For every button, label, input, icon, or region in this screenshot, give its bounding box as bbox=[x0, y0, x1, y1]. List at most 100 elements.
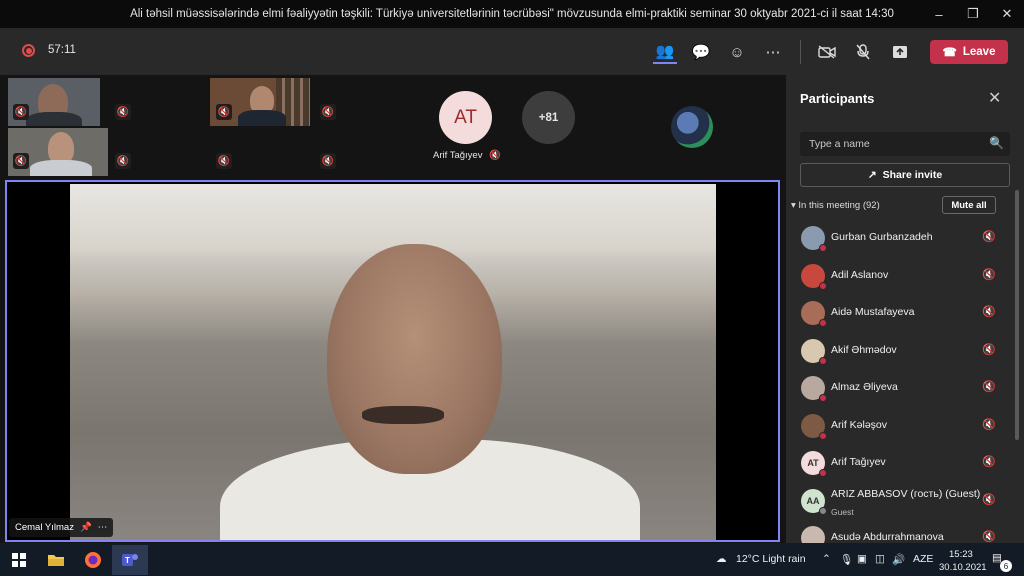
presence-badge bbox=[819, 356, 827, 365]
muted-mic-icon[interactable]: 🔇 bbox=[982, 230, 996, 243]
participant-avatar bbox=[801, 376, 827, 402]
muted-mic-icon: 🔇 bbox=[216, 104, 232, 120]
muted-mic-icon[interactable]: 🔇 bbox=[982, 380, 996, 393]
teams-icon[interactable]: T bbox=[112, 545, 148, 575]
chevron-down-icon: ▾ bbox=[791, 200, 796, 211]
chat-icon[interactable]: 💬 bbox=[689, 40, 713, 64]
avatar-initials: AT bbox=[807, 458, 819, 468]
search-icon: 🔍 bbox=[989, 136, 1004, 150]
minimize-icon[interactable]: – bbox=[922, 0, 956, 28]
participant-avatar bbox=[801, 338, 827, 365]
muted-mic-icon: 🔇 bbox=[13, 104, 29, 120]
participant-row[interactable]: Almaz Əliyeva 🔇 bbox=[796, 372, 1010, 404]
close-window-icon[interactable]: ✕ bbox=[990, 0, 1024, 28]
speaker-name: Cemal Yılmaz bbox=[15, 522, 74, 533]
more-options-icon[interactable]: ⋯ bbox=[98, 522, 108, 533]
presence-badge bbox=[819, 394, 827, 402]
participant-row[interactable]: Gurban Gurbanzadeh 🔇 bbox=[796, 222, 1010, 254]
presence-badge bbox=[819, 469, 827, 477]
search-participants-input[interactable] bbox=[800, 132, 1010, 156]
muted-mic-icon[interactable]: 🔇 bbox=[982, 268, 996, 281]
muted-mic-icon[interactable]: 🔇 bbox=[982, 455, 996, 468]
participant-name: Asudə Abdurrahmanova bbox=[831, 531, 944, 543]
participant-name: Arif Kələşov bbox=[831, 418, 888, 431]
speaker-name-tag: Cemal Yılmaz 📌 ⋯ bbox=[9, 518, 114, 537]
participant-avatar bbox=[801, 301, 827, 327]
window-title: Ali təhsil müəssisələrində elmi fəaliyyə… bbox=[130, 8, 894, 20]
muted-mic-icon[interactable]: 🔇 bbox=[982, 530, 996, 543]
clock-time[interactable]: 15:23 bbox=[949, 549, 973, 560]
participant-name: ARIZ ABBASOV (гость) (Guest) bbox=[831, 487, 981, 500]
leave-label: Leave bbox=[962, 46, 996, 58]
participant-row[interactable]: Aidə Mustafayeva 🔇 bbox=[796, 297, 1010, 329]
share-icon: ↗ bbox=[867, 169, 877, 181]
file-explorer-icon[interactable] bbox=[44, 548, 68, 572]
weather-icon[interactable]: ☁ bbox=[716, 553, 727, 565]
clock-date[interactable]: 30.10.2021 bbox=[939, 562, 987, 573]
presence-badge bbox=[819, 431, 827, 440]
recording-indicator-icon bbox=[22, 44, 35, 57]
participant-avatar: AT bbox=[801, 451, 827, 477]
pin-icon[interactable]: 📌 bbox=[80, 522, 92, 533]
tray-chevron-up-icon[interactable]: ⌃ bbox=[822, 553, 831, 565]
svg-text:T: T bbox=[125, 556, 130, 565]
presence-badge bbox=[819, 319, 827, 327]
window-titlebar: Ali təhsil müəssisələrində elmi fəaliyyə… bbox=[0, 0, 1024, 28]
participant-avatar: AA bbox=[801, 488, 827, 515]
participant-name: Adil Aslanov bbox=[831, 268, 889, 281]
overflow-participants-button[interactable]: +81 bbox=[522, 91, 575, 144]
muted-mic-icon[interactable]: 🔇 bbox=[982, 305, 996, 318]
volume-icon[interactable]: 🔊 bbox=[892, 553, 905, 566]
network-icon[interactable]: ◫ bbox=[875, 553, 885, 565]
participant-row[interactable]: Akif Əhmədov 🔇 bbox=[796, 335, 1010, 367]
panel-scrollbar[interactable] bbox=[1015, 190, 1019, 440]
participants-toolbar-icon[interactable]: 👥 bbox=[653, 40, 677, 64]
microphone-tray-icon[interactable]: 🎙 bbox=[840, 553, 853, 566]
speaker-mustache bbox=[362, 406, 444, 424]
participant-name: Aidə Mustafayeva bbox=[831, 306, 915, 318]
camera-off-icon[interactable] bbox=[815, 40, 839, 64]
participant-avatar[interactable]: AT bbox=[439, 91, 492, 144]
more-actions-icon[interactable]: ⋯ bbox=[761, 40, 785, 64]
participant-video-avatar[interactable] bbox=[671, 106, 713, 148]
share-invite-label: Share invite bbox=[882, 169, 943, 181]
participant-row[interactable]: AT Arif Tağıyev 🔇 bbox=[796, 447, 1010, 479]
leave-button[interactable]: ☎ Leave bbox=[930, 40, 1008, 64]
maximize-icon[interactable]: ❐ bbox=[956, 0, 990, 28]
participant-row[interactable]: Adil Aslanov 🔇 bbox=[796, 260, 1010, 292]
participant-row[interactable]: AA ARIZ ABBASOV (гость) (Guest) Guest 🔇 bbox=[796, 485, 1010, 517]
share-invite-button[interactable]: ↗ Share invite bbox=[800, 163, 1010, 187]
in-meeting-header[interactable]: ▾ In this meeting (92) bbox=[791, 200, 880, 211]
main-speaker-video[interactable] bbox=[5, 180, 780, 542]
muted-mic-icon[interactable]: 🔇 bbox=[982, 418, 996, 431]
presence-badge bbox=[819, 506, 827, 515]
muted-mic-icon: 🔇 bbox=[115, 104, 131, 120]
in-meeting-label: In this meeting (92) bbox=[798, 200, 880, 211]
presence-badge bbox=[819, 281, 827, 290]
weather-text[interactable]: 12°C Light rain bbox=[736, 553, 806, 565]
window-controls: – ❐ ✕ bbox=[922, 0, 1024, 28]
avatar-name-text: Arif Tağıyev bbox=[433, 150, 483, 161]
mute-all-button[interactable]: Mute all bbox=[942, 196, 996, 214]
muted-mic-icon: 🔇 bbox=[320, 104, 336, 120]
participant-row[interactable]: Arif Kələşov 🔇 bbox=[796, 410, 1010, 442]
share-screen-icon[interactable] bbox=[888, 40, 912, 64]
camera-tray-icon[interactable]: ▣ bbox=[857, 553, 867, 565]
muted-mic-icon: 🔇 bbox=[13, 153, 29, 169]
participant-name: Gurban Gurbanzadeh bbox=[831, 231, 933, 243]
windows-start-icon[interactable] bbox=[7, 548, 31, 572]
meeting-timer: 57:11 bbox=[48, 44, 76, 56]
reactions-icon[interactable]: ☺ bbox=[725, 40, 749, 64]
language-indicator[interactable]: AZE bbox=[913, 553, 933, 565]
participant-avatar bbox=[801, 263, 827, 290]
muted-mic-icon[interactable]: 🔇 bbox=[982, 493, 996, 506]
firefox-icon[interactable] bbox=[81, 548, 105, 572]
muted-mic-icon: 🔇 bbox=[489, 150, 501, 161]
muted-mic-icon[interactable]: 🔇 bbox=[982, 343, 996, 356]
participant-name-label: Arif Tağıyev 🔇 bbox=[433, 150, 501, 161]
phone-hangup-icon: ☎ bbox=[942, 47, 957, 59]
mic-off-icon[interactable] bbox=[851, 40, 875, 64]
participant-avatar bbox=[801, 226, 827, 252]
participant-name: Akif Əhmədov bbox=[831, 343, 897, 356]
close-panel-icon[interactable]: ✕ bbox=[988, 88, 1001, 108]
